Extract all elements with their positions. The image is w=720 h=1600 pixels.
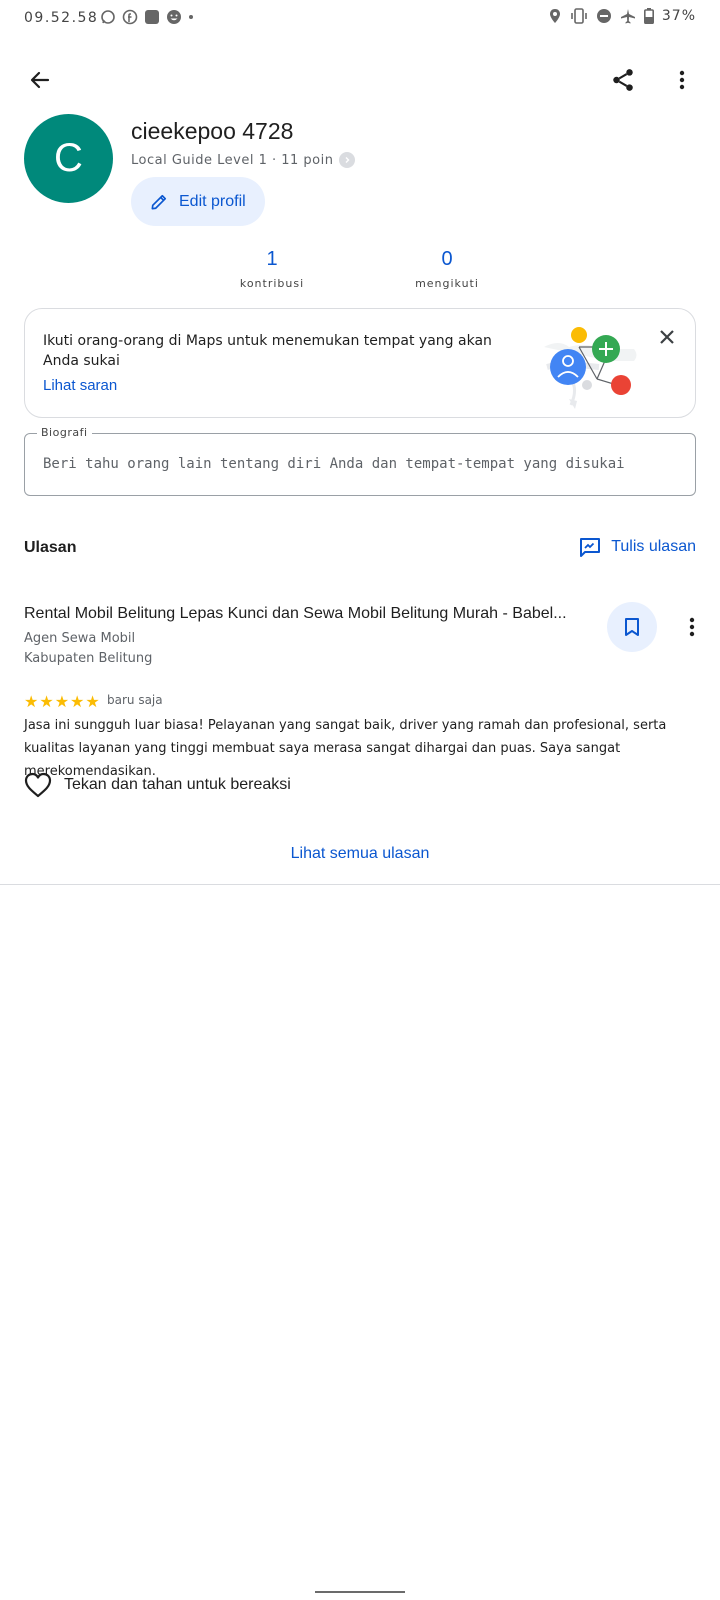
follow-suggestion-card: Ikuti orang-orang di Maps untuk menemuka… bbox=[24, 308, 696, 418]
stat-value: 0 bbox=[441, 248, 453, 270]
local-guide-level[interactable]: Local Guide Level 1 · 11 poin bbox=[131, 152, 356, 168]
star-rating: ★ ★ ★ ★ ★ bbox=[24, 692, 100, 712]
review-place-name[interactable]: Rental Mobil Belitung Lepas Kunci dan Se… bbox=[24, 605, 584, 623]
more-vert-icon bbox=[679, 70, 685, 90]
stat-label: kontribusi bbox=[239, 277, 305, 290]
emoji-icon bbox=[167, 10, 181, 24]
share-button[interactable] bbox=[599, 56, 647, 104]
biography-input[interactable] bbox=[43, 456, 673, 472]
review-place-category: Agen Sewa Mobil bbox=[24, 631, 136, 646]
save-place-button[interactable] bbox=[607, 602, 657, 652]
more-vert-icon bbox=[689, 617, 695, 637]
avatar[interactable]: C bbox=[24, 114, 113, 203]
suggestion-text: Ikuti orang-orang di Maps untuk menemuka… bbox=[43, 333, 492, 369]
location-icon bbox=[549, 9, 560, 23]
star-icon: ★ bbox=[39, 694, 54, 711]
facebook-icon bbox=[122, 9, 138, 25]
more-options-button[interactable] bbox=[658, 56, 706, 104]
section-divider bbox=[0, 884, 720, 885]
home-indicator[interactable] bbox=[315, 1591, 405, 1593]
airplane-icon bbox=[620, 9, 635, 24]
star-icon: ★ bbox=[54, 694, 70, 711]
review-time: baru saja bbox=[107, 693, 163, 707]
rate-review-icon bbox=[580, 538, 601, 557]
notification-icons bbox=[100, 9, 194, 25]
star-icon: ★ bbox=[85, 694, 100, 711]
biography-label: Biografi bbox=[37, 426, 92, 439]
react-button[interactable]: Tekan dan tahan untuk bereaksi bbox=[24, 772, 291, 798]
stat-value: 1 bbox=[266, 248, 278, 270]
chevron-right-icon bbox=[339, 152, 356, 168]
stat-contributions[interactable]: 1 kontribusi bbox=[212, 248, 332, 290]
see-all-reviews-link[interactable]: Lihat semua ulasan bbox=[0, 845, 720, 863]
app-square-icon bbox=[145, 10, 159, 24]
level-text: Local Guide Level 1 · 11 poin bbox=[131, 152, 334, 168]
review-place-location: Kabupaten Belitung bbox=[24, 651, 153, 666]
vibrate-icon bbox=[571, 8, 587, 24]
edit-profile-label: Edit profil bbox=[179, 192, 246, 210]
whatsapp-icon bbox=[101, 10, 115, 24]
dot-icon bbox=[189, 15, 193, 19]
edit-profile-button[interactable]: Edit profil bbox=[131, 177, 265, 226]
heart-icon bbox=[24, 772, 52, 798]
stat-label: mengikuti bbox=[415, 277, 479, 290]
see-suggestions-link[interactable]: Lihat saran bbox=[43, 377, 117, 394]
review-more-button[interactable] bbox=[678, 611, 706, 643]
share-icon bbox=[613, 69, 633, 91]
reviews-section-title: Ulasan bbox=[24, 539, 77, 556]
close-icon bbox=[660, 330, 674, 344]
stat-following[interactable]: 0 mengikuti bbox=[387, 248, 507, 290]
system-icons: 37% bbox=[548, 8, 696, 24]
dismiss-suggestion-button[interactable] bbox=[651, 321, 683, 353]
status-time: 09.52.58 bbox=[24, 10, 99, 26]
pencil-icon bbox=[151, 194, 167, 209]
people-connection-illustration bbox=[544, 327, 637, 409]
biography-field[interactable]: Biografi bbox=[24, 426, 696, 496]
battery-percent: 37% bbox=[661, 8, 696, 24]
arrow-left-icon bbox=[30, 71, 50, 89]
profile-name: cieekepoo 4728 bbox=[131, 118, 294, 144]
react-label: Tekan dan tahan untuk bereaksi bbox=[64, 776, 291, 793]
back-button[interactable] bbox=[16, 56, 64, 104]
star-icon: ★ bbox=[24, 694, 39, 711]
status-bar: 09.52.58 37% bbox=[0, 0, 720, 36]
bookmark-icon bbox=[625, 618, 639, 636]
write-review-button[interactable]: Tulis ulasan bbox=[579, 537, 696, 557]
write-review-label: Tulis ulasan bbox=[611, 538, 696, 555]
star-icon: ★ bbox=[70, 694, 85, 711]
dnd-icon bbox=[596, 9, 611, 23]
battery-icon bbox=[643, 8, 654, 24]
